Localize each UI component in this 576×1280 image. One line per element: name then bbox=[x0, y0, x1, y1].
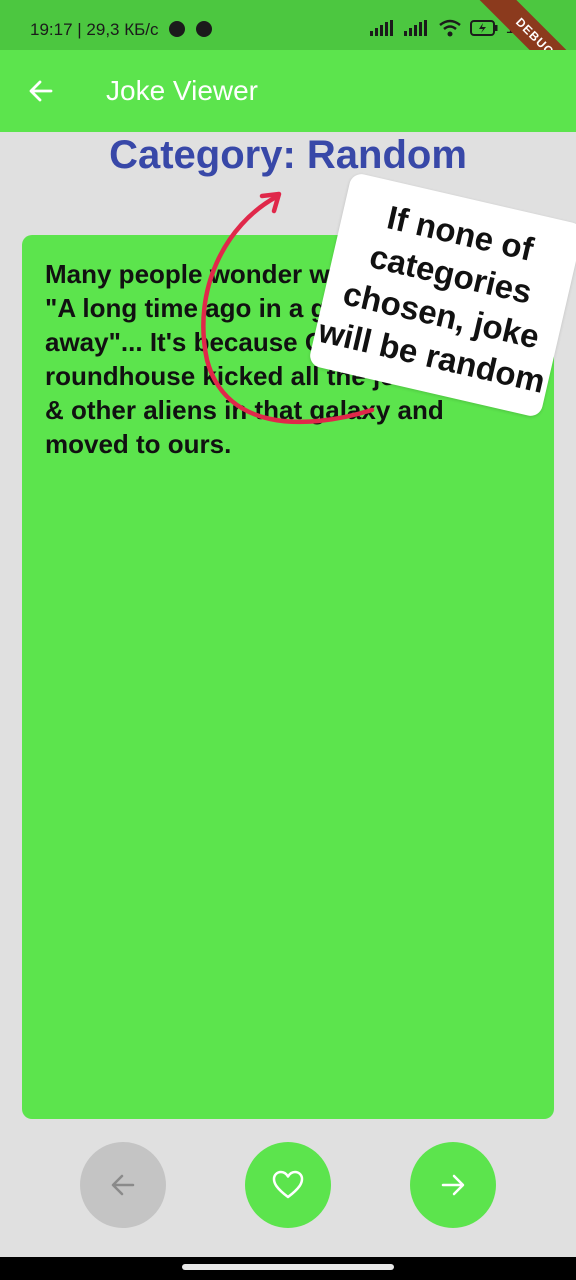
favorite-button[interactable] bbox=[245, 1142, 331, 1228]
app-title: Joke Viewer bbox=[106, 75, 259, 106]
next-joke-button[interactable] bbox=[410, 1142, 496, 1228]
status-bar: 19:17 | 29,3 КБ/с 100 DEBUG bbox=[0, 0, 576, 100]
notification-icon bbox=[195, 21, 212, 37]
home-indicator[interactable] bbox=[182, 1264, 394, 1270]
previous-joke-button[interactable] bbox=[80, 1142, 166, 1228]
battery-icon bbox=[469, 20, 498, 36]
signal-icon bbox=[369, 20, 393, 36]
status-time: 19:17 | 29,3 КБ/с bbox=[30, 20, 159, 39]
category-title: Category: Random bbox=[109, 133, 467, 177]
notification-icon bbox=[169, 21, 186, 37]
arrow-left-icon bbox=[111, 1174, 135, 1196]
back-button[interactable] bbox=[20, 70, 62, 112]
arrow-right-icon bbox=[441, 1174, 465, 1196]
app-bar: Joke Viewer bbox=[0, 50, 576, 132]
annotation-note-text: If none of categories chosen, joke will … bbox=[315, 198, 549, 400]
arrow-back-icon bbox=[29, 80, 53, 102]
signal-icon bbox=[403, 20, 427, 36]
wifi-icon bbox=[438, 19, 461, 37]
system-nav-bar bbox=[0, 1257, 576, 1280]
heart-outline-icon bbox=[272, 1170, 304, 1199]
status-time-speed: 19:17 | 29,3 КБ/с bbox=[30, 20, 212, 40]
